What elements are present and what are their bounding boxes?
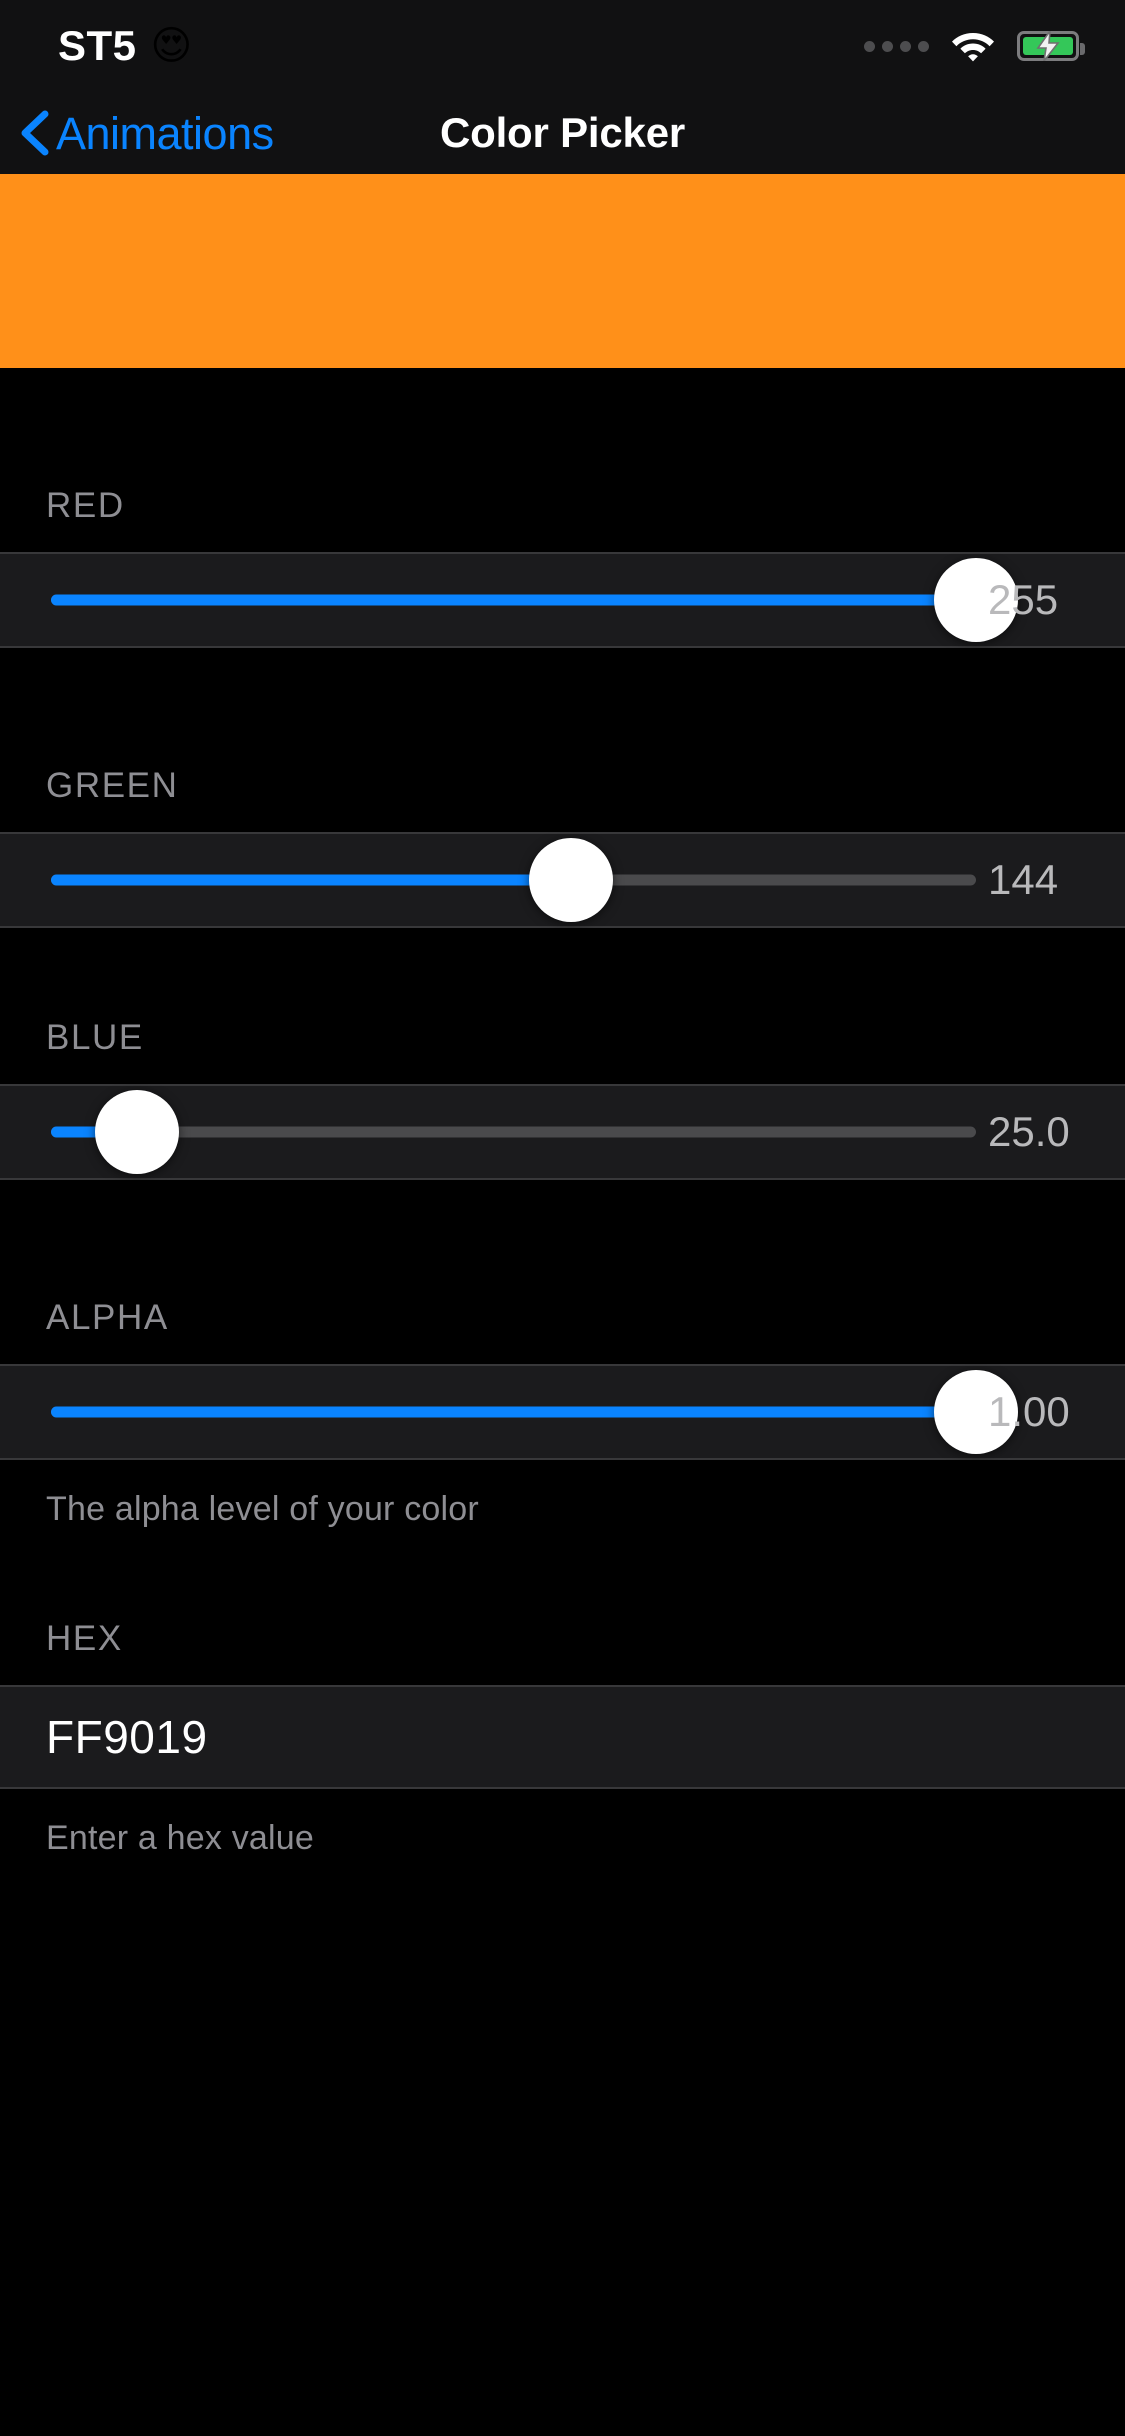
color-picker-screen: ST5 😍 Color Picker Animations RED 255 GR…: [0, 0, 1125, 2436]
navigation-bar: Color Picker Animations: [0, 92, 1125, 174]
section-footer-alpha: The alpha level of your color: [0, 1460, 1125, 1529]
slider-row-alpha[interactable]: 1.00: [0, 1364, 1125, 1460]
chevron-left-icon: [21, 110, 49, 156]
section-label-hex: HEX: [46, 1619, 123, 1658]
status-bar: ST5 😍: [0, 0, 1125, 92]
section-label-alpha: ALPHA: [46, 1298, 169, 1337]
alpha-footer-text: The alpha level of your color: [46, 1490, 479, 1528]
green-slider-thumb[interactable]: [529, 838, 614, 922]
slider-row-red[interactable]: 255: [0, 552, 1125, 648]
alpha-slider-track[interactable]: [51, 1406, 976, 1418]
section-label-red: RED: [46, 486, 125, 525]
red-value-label: 255: [988, 576, 1059, 623]
section-header-alpha: ALPHA: [0, 1180, 1125, 1364]
signal-dots-icon: [864, 40, 929, 52]
status-bar-left: ST5 😍: [58, 25, 192, 67]
green-slider-track[interactable]: [51, 874, 976, 886]
alpha-slider[interactable]: [46, 1364, 1018, 1460]
hex-input[interactable]: FF9019: [0, 1710, 208, 1764]
back-button[interactable]: Animations: [0, 109, 274, 157]
color-preview-swatch: [0, 174, 1125, 368]
hex-footer-text: Enter a hex value: [46, 1819, 315, 1857]
section-label-green: GREEN: [46, 766, 179, 805]
section-header-blue: BLUE: [0, 928, 1125, 1084]
alpha-slider-fill: [51, 1406, 976, 1418]
status-bar-right: [864, 30, 1085, 62]
slider-row-blue[interactable]: 25.0: [0, 1084, 1125, 1180]
blue-slider-track[interactable]: [51, 1126, 976, 1138]
back-button-label: Animations: [56, 107, 274, 159]
red-slider-fill: [51, 594, 976, 606]
carrier-emoji: 😍: [150, 24, 193, 68]
carrier-label: ST5: [58, 22, 137, 69]
green-slider-fill: [51, 874, 574, 886]
blue-slider[interactable]: [46, 1084, 976, 1180]
section-label-blue: BLUE: [46, 1018, 144, 1057]
blue-value-label: 25.0: [988, 1108, 1070, 1155]
section-footer-hex: Enter a hex value: [0, 1789, 1125, 1858]
alpha-value-label: 1.00: [988, 1388, 1070, 1435]
green-value-label: 144: [988, 856, 1059, 903]
section-header-red: RED: [0, 368, 1125, 552]
wifi-icon: [952, 33, 994, 62]
section-header-hex: HEX: [0, 1529, 1125, 1685]
blue-slider-thumb[interactable]: [95, 1090, 180, 1174]
green-slider[interactable]: [46, 832, 976, 928]
hex-input-row[interactable]: FF9019: [0, 1685, 1125, 1789]
slider-row-green[interactable]: 144: [0, 832, 1125, 928]
red-slider-track[interactable]: [51, 594, 976, 606]
red-slider[interactable]: [46, 552, 1018, 648]
settings-list[interactable]: RED 255 GREEN 144 BLUE 25.0 ALPHA 1.00 T…: [0, 174, 1125, 2436]
section-header-green: GREEN: [0, 648, 1125, 832]
battery-charging-icon: [1017, 31, 1085, 61]
